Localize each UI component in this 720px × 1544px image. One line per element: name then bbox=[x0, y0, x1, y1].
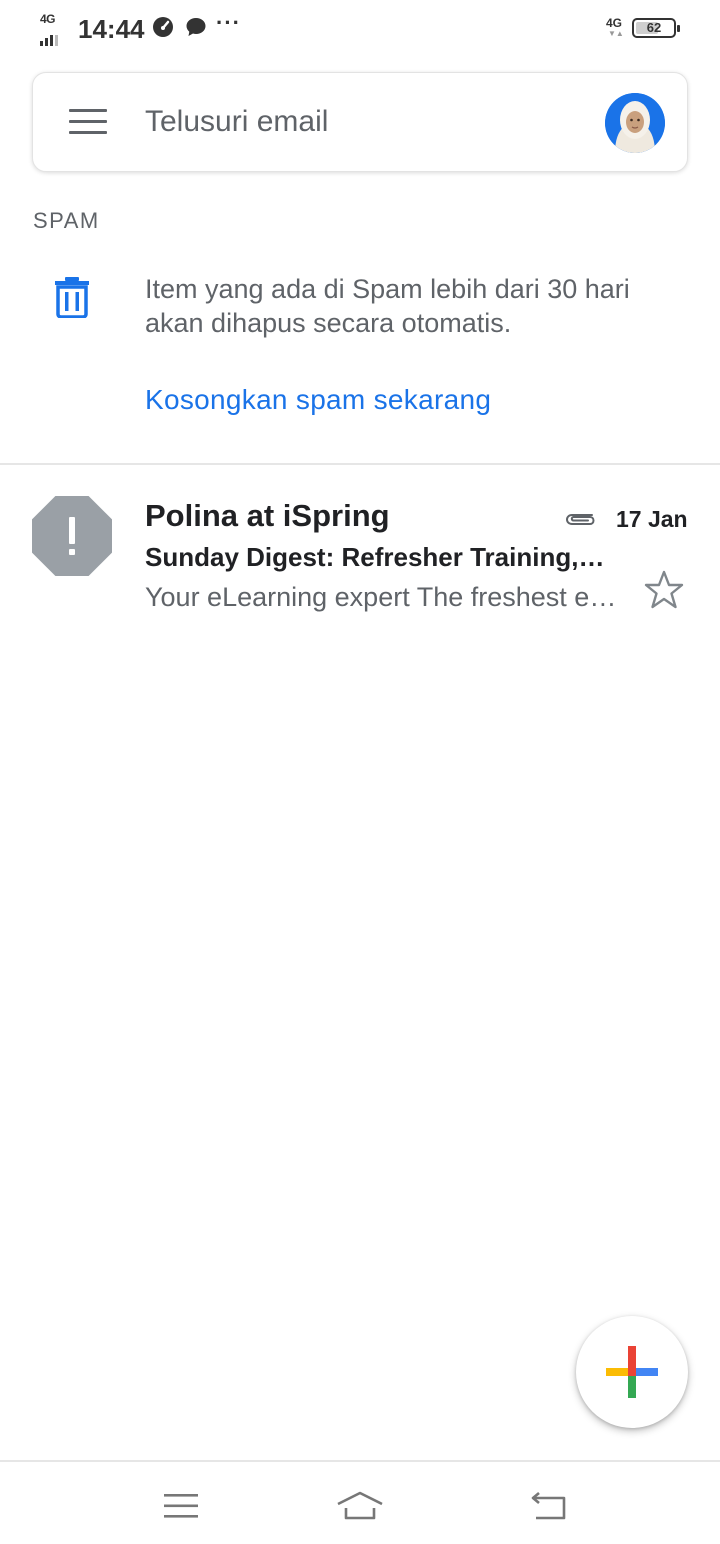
hamburger-menu-icon[interactable] bbox=[69, 109, 107, 135]
email-subject: Sunday Digest: Refresher Training, New A… bbox=[145, 542, 605, 572]
avatar-image bbox=[605, 93, 665, 153]
gmail-spam-screen: 4G 14:44 ··· 4G ▼▲ 62 Telusuri email SPA… bbox=[0, 0, 720, 1544]
speed-icon bbox=[153, 17, 173, 37]
folder-label: SPAM bbox=[33, 208, 100, 233]
account-avatar[interactable] bbox=[605, 93, 665, 153]
email-date: 17 Jan bbox=[616, 506, 688, 532]
spam-warning-icon bbox=[32, 496, 112, 576]
network-type-label: 4G bbox=[40, 12, 56, 26]
compose-button[interactable] bbox=[576, 1316, 688, 1428]
empty-spam-button[interactable]: Kosongkan spam sekarang bbox=[145, 384, 491, 416]
signal-icon: 4G bbox=[38, 12, 72, 46]
trash-icon bbox=[55, 277, 89, 318]
chat-bubble-icon bbox=[186, 18, 206, 36]
network-type-label-right: 4G bbox=[606, 16, 623, 30]
system-navigation-bar bbox=[0, 1460, 720, 1544]
more-notifications-indicator: ··· bbox=[216, 10, 241, 35]
search-bar[interactable]: Telusuri email bbox=[32, 72, 688, 172]
email-sender: Polina at iSpring bbox=[145, 498, 390, 533]
search-input[interactable]: Telusuri email bbox=[145, 105, 328, 139]
status-time: 14:44 bbox=[78, 14, 145, 44]
mobile-data-indicator: 4G ▼▲ bbox=[606, 16, 624, 38]
home-icon[interactable] bbox=[335, 1488, 385, 1524]
email-list-item[interactable]: Polina at iSpring 17 Jan Sunday Digest: … bbox=[0, 476, 720, 626]
email-snippet: Your eLearning expert The freshest eLear… bbox=[145, 582, 623, 612]
status-bar: 4G 14:44 ··· 4G ▼▲ 62 bbox=[0, 0, 720, 56]
back-icon[interactable] bbox=[524, 1488, 574, 1524]
recent-apps-icon[interactable] bbox=[156, 1488, 206, 1524]
divider bbox=[0, 463, 720, 465]
attachment-icon bbox=[565, 514, 595, 525]
compose-plus-icon bbox=[606, 1346, 658, 1398]
battery-icon: 62 bbox=[632, 18, 680, 38]
battery-level: 62 bbox=[646, 20, 662, 35]
spam-info-text: Item yang ada di Spam lebih dari 30 hari… bbox=[145, 274, 630, 338]
star-icon[interactable] bbox=[644, 570, 684, 610]
